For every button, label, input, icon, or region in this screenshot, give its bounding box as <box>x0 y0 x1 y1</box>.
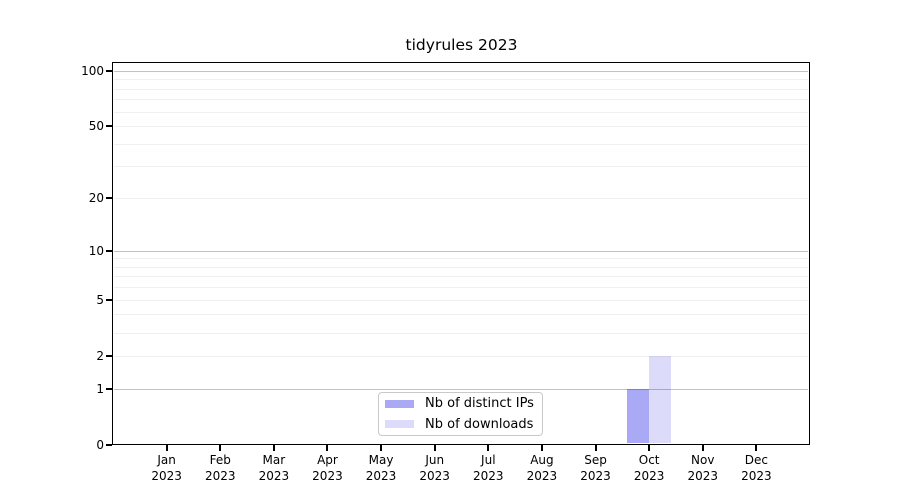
gridline-minor-3 <box>114 332 808 334</box>
x-tick-label-dec: Dec 2023 <box>741 453 772 483</box>
gridline-minor-60 <box>114 111 808 113</box>
bar-nb-of-distinct-ips-oct <box>627 388 650 443</box>
x-tick-label-sep: Sep 2023 <box>580 453 611 483</box>
y-tick-label-5: 5 <box>96 292 104 307</box>
x-tick-label-jun: Jun 2023 <box>419 453 450 483</box>
gridline-minor-6 <box>114 287 808 289</box>
x-tick-label-jul: Jul 2023 <box>473 453 504 483</box>
chart-figure: tidyrules 2023 0 1 2 5 10 20 50 100 Jan 2023 Feb … <box>0 0 900 500</box>
x-tick-jul <box>487 445 490 451</box>
x-tick-apr <box>326 445 329 451</box>
y-tick-2 <box>106 354 112 357</box>
x-tick-mar <box>272 445 275 451</box>
gridline-minor-20 <box>114 198 808 200</box>
gridline-minor-90 <box>114 79 808 81</box>
legend-swatch-distinct-ips <box>385 399 414 408</box>
x-tick-label-aug: Aug 2023 <box>526 453 558 483</box>
bar-nb-of-downloads-oct <box>649 355 672 443</box>
gridline-minor-8 <box>114 266 808 268</box>
legend-label-downloads: Nb of downloads <box>425 416 534 432</box>
y-tick-label-0: 0 <box>96 438 104 452</box>
gridline-minor-7 <box>114 276 808 278</box>
gridline-minor-70 <box>114 99 808 101</box>
x-tick-label-nov: Nov 2023 <box>687 453 719 483</box>
y-tick-20 <box>106 197 112 200</box>
y-tick-0 <box>106 444 112 446</box>
y-tick-label-10: 10 <box>88 243 104 258</box>
x-tick-oct <box>648 445 651 451</box>
legend-item-distinct-ips: Nb of distinct IPs <box>379 395 542 413</box>
gridline-minor-2 <box>114 355 808 357</box>
gridline-major-100 <box>114 70 808 72</box>
x-tick-may <box>380 445 383 451</box>
y-tick-100 <box>106 69 112 72</box>
x-tick-label-oct: Oct 2023 <box>633 453 665 483</box>
x-tick-jan <box>165 445 168 451</box>
gridline-minor-30 <box>114 166 808 168</box>
x-tick-nov <box>701 445 704 451</box>
legend-item-downloads: Nb of downloads <box>379 416 542 434</box>
gridline-major-1 <box>114 388 808 390</box>
plot-area <box>112 62 810 445</box>
x-tick-feb <box>219 445 222 451</box>
x-tick-sep <box>594 445 597 451</box>
gridline-minor-80 <box>114 88 808 90</box>
x-tick-label-may: May 2023 <box>365 453 397 483</box>
y-tick-10 <box>106 249 112 252</box>
y-tick-label-20: 20 <box>88 191 104 206</box>
x-tick-label-jan: Jan 2023 <box>151 453 182 483</box>
x-tick-aug <box>540 445 543 451</box>
x-tick-label-apr: Apr 2023 <box>312 453 343 483</box>
y-tick-1 <box>106 387 112 390</box>
legend-swatch-downloads <box>385 420 414 429</box>
y-tick-label-50: 50 <box>88 119 104 134</box>
legend-label-distinct-ips: Nb of distinct IPs <box>425 396 534 412</box>
legend: Nb of distinct IPs Nb of downloads <box>378 392 543 436</box>
gridline-minor-40 <box>114 143 808 145</box>
gridline-minor-4 <box>114 314 808 316</box>
x-tick-label-mar: Mar 2023 <box>258 453 290 483</box>
gridline-major-10 <box>114 250 808 252</box>
chart-title: tidyrules 2023 <box>405 36 518 54</box>
y-tick-5 <box>106 298 112 301</box>
y-tick-label-1: 1 <box>96 381 104 396</box>
y-tick-label-100: 100 <box>81 63 104 78</box>
y-tick-label-2: 2 <box>96 348 104 363</box>
gridline-minor-5 <box>114 299 808 301</box>
y-tick-50 <box>106 125 112 128</box>
x-tick-label-feb: Feb 2023 <box>204 453 236 483</box>
x-tick-dec <box>755 445 758 451</box>
gridline-minor-50 <box>114 126 808 128</box>
gridline-minor-9 <box>114 258 808 260</box>
x-tick-jun <box>433 445 436 451</box>
